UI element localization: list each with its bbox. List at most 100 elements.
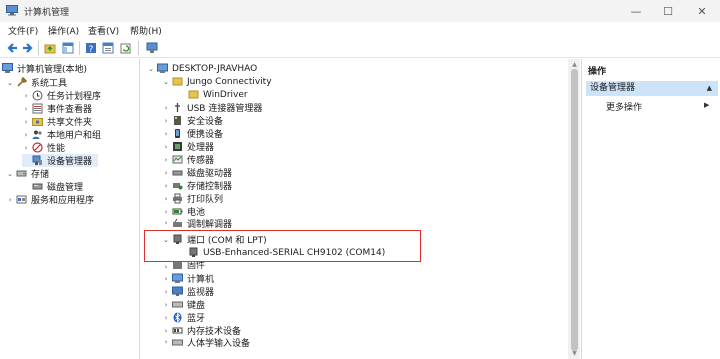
menu-file[interactable]: 文件(F): [8, 24, 38, 37]
menu-help[interactable]: 帮助(H): [130, 24, 162, 37]
device-category-keyboards[interactable]: › 键盘: [162, 298, 205, 312]
chevron-down-icon[interactable]: ⌄: [6, 79, 14, 87]
chevron-right-icon[interactable]: ›: [162, 275, 170, 283]
tree-root-label: 计算机管理(本地): [17, 65, 88, 75]
clock-icon: [32, 90, 43, 101]
collapse-up-icon[interactable]: ▲: [707, 81, 712, 96]
device-windriver-label: WinDriver: [203, 89, 248, 100]
battery-icon: [172, 206, 183, 217]
menu-action[interactable]: 操作(A): [48, 24, 79, 37]
tree-services[interactable]: › 服务和应用程序: [6, 193, 94, 206]
processor-icon: [172, 141, 183, 152]
refresh-icon[interactable]: [119, 41, 133, 55]
device-computer-node[interactable]: ⌄ DESKTOP-JRAVHAO: [147, 62, 257, 75]
device-category-modem[interactable]: › 调制解调器: [162, 218, 232, 228]
forward-arrow-icon[interactable]: [21, 41, 35, 55]
chevron-right-icon[interactable]: ›: [22, 118, 30, 126]
tree-shared-folders[interactable]: › 共享文件夹: [22, 115, 92, 129]
tree-storage[interactable]: ⌄ 存储: [6, 167, 49, 181]
chevron-right-icon[interactable]: ›: [162, 314, 170, 322]
chevron-right-icon[interactable]: ›: [162, 143, 170, 151]
scroll-down-arrow-icon[interactable]: ▼: [570, 350, 579, 358]
maximize-button[interactable]: ☐: [652, 0, 684, 22]
chevron-right-icon[interactable]: ›: [162, 104, 170, 112]
device-category-print-queues[interactable]: › 打印队列: [162, 192, 223, 205]
help-icon[interactable]: ?: [84, 41, 98, 55]
chevron-right-icon[interactable]: ›: [162, 195, 170, 203]
device-category-computer[interactable]: › 计算机: [162, 272, 214, 285]
show-hide-tree-icon[interactable]: [61, 41, 75, 55]
properties-icon[interactable]: [101, 41, 115, 55]
device-category-bluetooth[interactable]: › 蓝牙: [162, 311, 205, 324]
device-category-memory-tech[interactable]: › 内存技术设备: [162, 324, 242, 338]
menu-view[interactable]: 查看(V): [88, 24, 119, 37]
services-icon: [16, 194, 27, 205]
scrollbar-thumb[interactable]: [571, 69, 578, 351]
chevron-right-icon[interactable]: ›: [162, 263, 170, 271]
device-category-portable[interactable]: › 便携设备: [162, 127, 223, 140]
device-category-label: 人体学输入设备: [187, 338, 251, 348]
chevron-right-icon[interactable]: ›: [162, 182, 170, 190]
device-category-firmware[interactable]: › 固件: [162, 261, 205, 271]
annotation-highlight-box: [144, 230, 421, 262]
device-category-disk-drives[interactable]: › 磁盘驱动器: [162, 166, 232, 180]
tree-event-viewer[interactable]: › 事件查看器: [22, 102, 92, 115]
shared-folder-icon: [32, 116, 43, 127]
computer-management-icon: [2, 63, 13, 74]
minimize-button[interactable]: —: [620, 0, 652, 22]
event-log-icon: [32, 103, 43, 114]
users-icon: [32, 129, 43, 140]
device-category-jungo[interactable]: ⌄ Jungo Connectivity: [162, 75, 271, 88]
more-actions-link[interactable]: 更多操作: [606, 100, 642, 113]
chevron-right-icon[interactable]: ▶: [704, 101, 709, 109]
chevron-right-icon[interactable]: ›: [162, 219, 170, 227]
tree-disk-management[interactable]: 磁盘管理: [22, 180, 83, 193]
chevron-right-icon[interactable]: ›: [162, 169, 170, 177]
scan-hardware-icon[interactable]: [145, 41, 159, 55]
chevron-right-icon[interactable]: ›: [162, 338, 170, 346]
actions-section-device-manager[interactable]: 设备管理器 ▲: [586, 81, 718, 96]
device-category-hid[interactable]: › 人体学输入设备: [162, 337, 250, 347]
disk-drive-icon: [172, 167, 183, 178]
tree-device-manager[interactable]: 设备管理器: [22, 154, 99, 167]
tree-task-scheduler[interactable]: › 任务计划程序: [22, 89, 101, 102]
chevron-down-icon[interactable]: ⌄: [6, 170, 14, 178]
storage-icon: [16, 168, 27, 179]
chevron-right-icon[interactable]: ›: [162, 301, 170, 309]
scroll-up-arrow-icon[interactable]: ▲: [570, 61, 579, 69]
chevron-right-icon[interactable]: ›: [162, 117, 170, 125]
chevron-right-icon[interactable]: ›: [22, 92, 30, 100]
chevron-down-icon[interactable]: ⌄: [162, 78, 170, 86]
tree-local-users[interactable]: › 本地用户和组: [22, 128, 101, 141]
device-category-label: 便携设备: [187, 130, 224, 140]
tree-root[interactable]: 计算机管理(本地): [2, 62, 87, 75]
console-tree-pane: 计算机管理(本地) ⌄ 系统工具 › 任务计划程序 › 事件查看器 › 共享文件…: [0, 59, 140, 359]
back-arrow-icon[interactable]: [5, 41, 19, 55]
chevron-right-icon[interactable]: ›: [22, 105, 30, 113]
chevron-right-icon[interactable]: ›: [162, 130, 170, 138]
device-windriver[interactable]: WinDriver: [188, 88, 248, 101]
device-category-security[interactable]: › 安全设备: [162, 114, 223, 127]
device-category-processor[interactable]: › 处理器: [162, 140, 214, 153]
chevron-right-icon[interactable]: ›: [162, 156, 170, 164]
device-category-label: 内存技术设备: [187, 327, 242, 337]
chevron-right-icon[interactable]: ›: [162, 208, 170, 216]
device-category-monitors[interactable]: › 监视器: [162, 285, 214, 298]
chevron-down-icon[interactable]: ⌄: [147, 65, 155, 73]
chevron-right-icon[interactable]: ›: [162, 327, 170, 335]
device-category-storage-controllers[interactable]: › 存储控制器: [162, 179, 232, 193]
device-category-usb-connector[interactable]: › USB 连接器管理器: [162, 101, 262, 114]
tree-performance[interactable]: › 性能: [22, 141, 65, 154]
device-category-label: 调制解调器: [187, 219, 233, 229]
close-button[interactable]: ✕: [686, 0, 718, 22]
device-category-battery[interactable]: › 电池: [162, 205, 205, 219]
chevron-right-icon[interactable]: ›: [6, 196, 14, 204]
up-folder-icon[interactable]: [43, 41, 57, 55]
tree-task-scheduler-label: 任务计划程序: [47, 92, 102, 102]
window-title: 计算机管理: [24, 8, 70, 18]
chevron-right-icon[interactable]: ›: [22, 131, 30, 139]
chevron-right-icon[interactable]: ›: [162, 288, 170, 296]
tree-system-tools[interactable]: ⌄ 系统工具: [6, 76, 67, 89]
chevron-right-icon[interactable]: ›: [22, 144, 30, 152]
device-category-sensor[interactable]: › 传感器: [162, 153, 214, 166]
